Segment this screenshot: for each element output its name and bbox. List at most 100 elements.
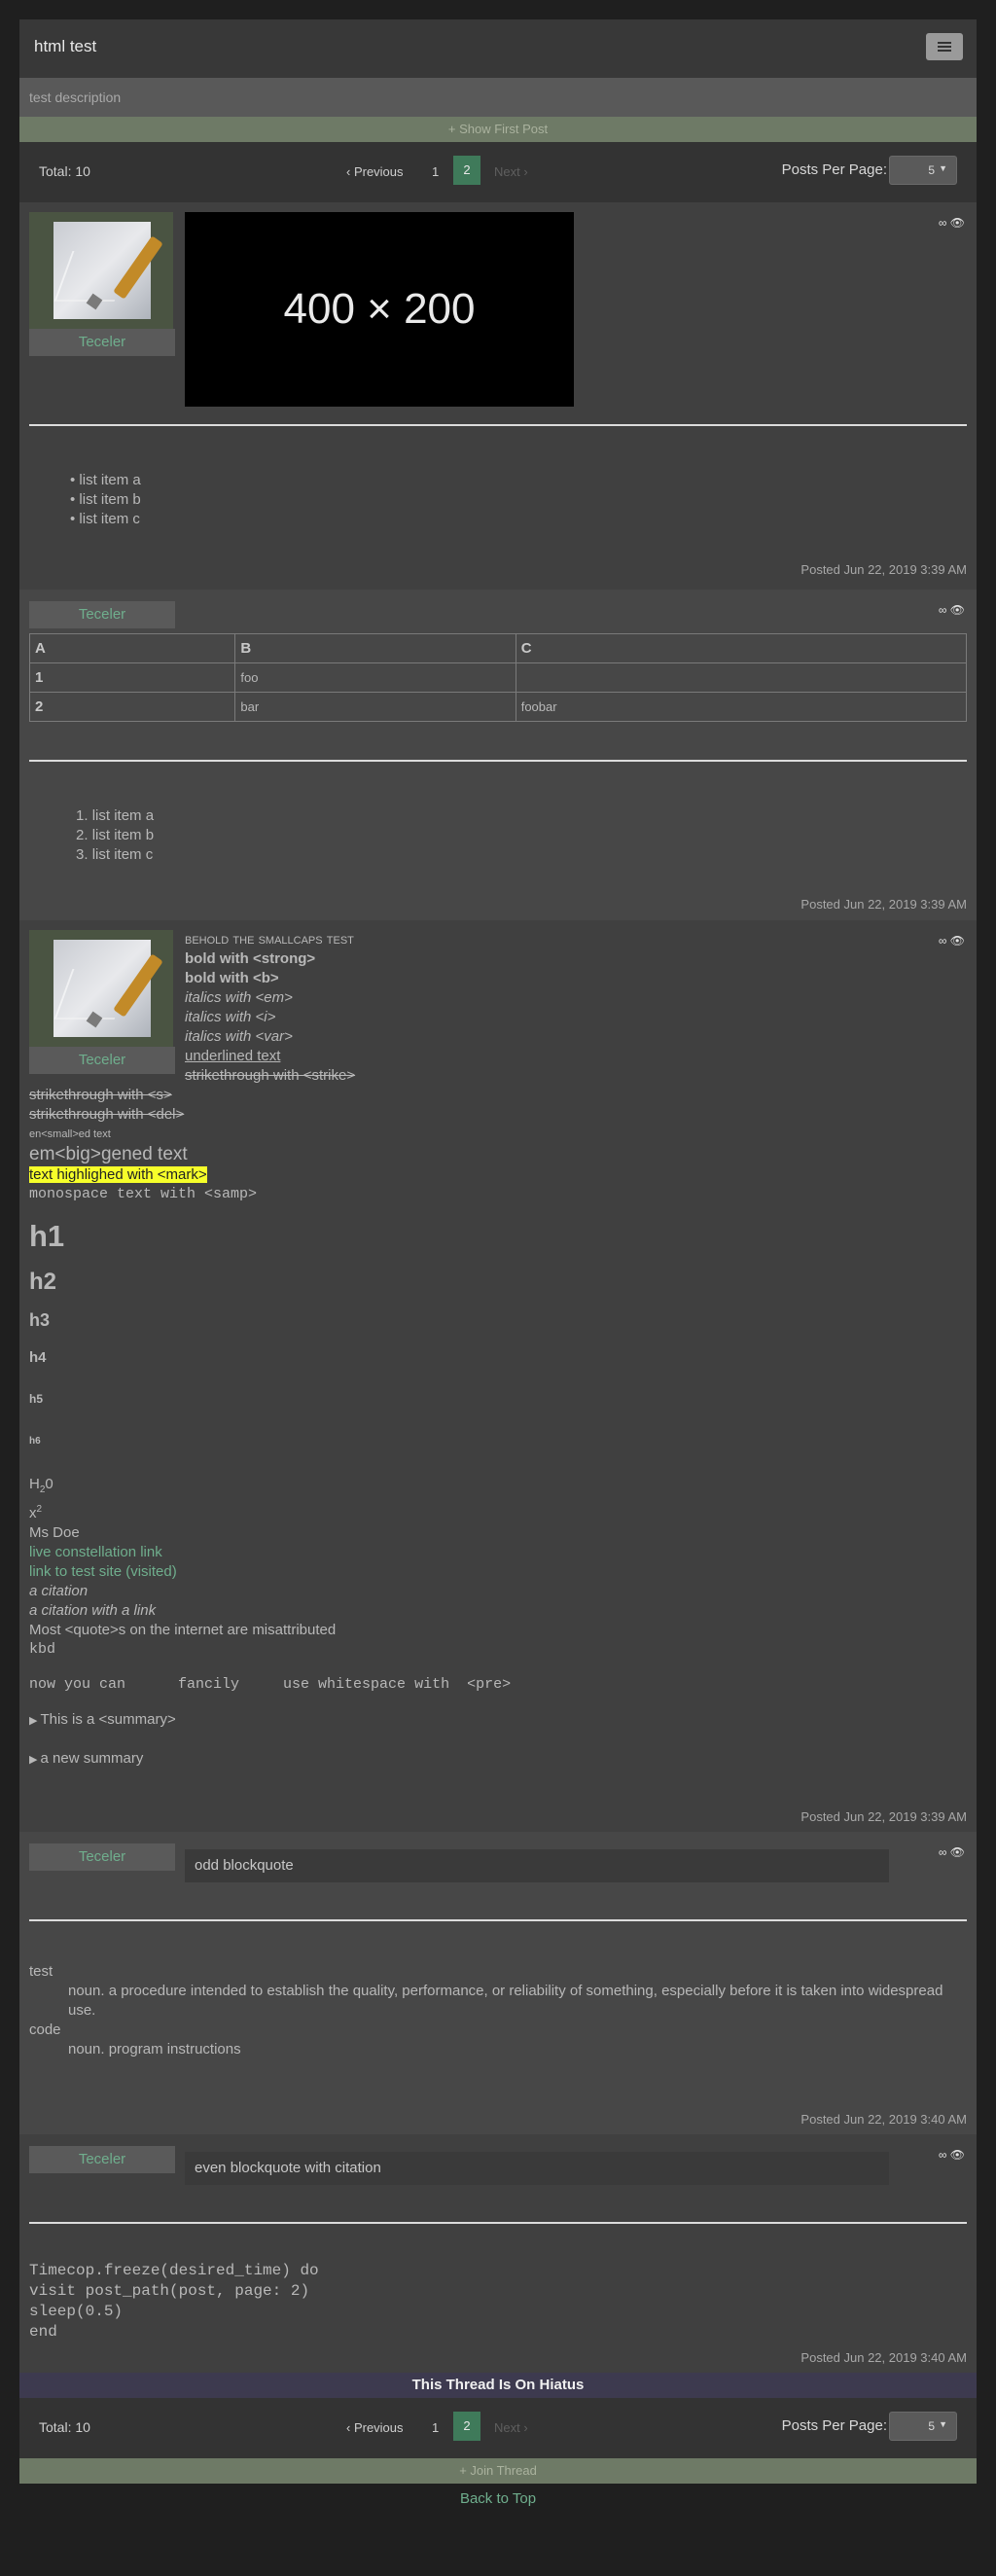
total-count: Total: 10	[39, 2419, 90, 2435]
author-name[interactable]: Teceler	[29, 329, 175, 356]
previous-page-link[interactable]: ‹ Previous	[346, 2420, 404, 2435]
pager-bottom: Total: 10 ‹ Previous 1 2 Next › Posts Pe…	[19, 2398, 977, 2458]
current-page: 2	[453, 2412, 480, 2441]
divider	[29, 2222, 967, 2224]
permalink-icon[interactable]: ∞	[939, 934, 947, 948]
post-timestamp: Posted Jun 22, 2019 3:39 AM	[800, 1809, 967, 1824]
view-icon[interactable]: 👁	[950, 934, 965, 948]
author-name[interactable]: Teceler	[29, 2146, 175, 2173]
blockquote: even blockquote with citation	[185, 2152, 889, 2185]
list-item: 1. list item a	[76, 807, 155, 824]
strong-text: bold with <strong>	[185, 950, 316, 967]
avatar	[53, 222, 163, 319]
posts-per-page-select[interactable]: 5 ▼	[889, 156, 957, 185]
heading-6: h6	[29, 1436, 41, 1447]
board-header: html test	[19, 19, 977, 78]
del-text: strikethrough with <del>	[29, 1106, 185, 1123]
superscript-text: x2	[29, 1504, 43, 1521]
table-cell: 1	[28, 662, 236, 693]
ordered-list: 1. list item a 2. list item b 3. list it…	[76, 806, 154, 865]
permalink-icon[interactable]: ∞	[939, 2148, 947, 2162]
table-row: 2 bar foobar	[28, 692, 968, 722]
heading-4: h4	[29, 1349, 47, 1366]
table-cell: foo	[234, 662, 516, 693]
heading-2: h2	[29, 1269, 57, 1295]
permalink-icon[interactable]: ∞	[939, 1845, 947, 1859]
citation: a citation	[29, 1583, 89, 1599]
code-line: sleep(0.5)	[29, 2303, 124, 2320]
divider	[29, 424, 967, 426]
show-first-post-button[interactable]: + Show First Post	[19, 117, 977, 142]
page-1-link[interactable]: 1	[432, 2420, 439, 2435]
pager-top: Total: 10 ‹ Previous 1 2 Next › Posts Pe…	[19, 142, 977, 202]
image-caption: 400 × 200	[283, 285, 476, 333]
formatting-sample-continued: strikethrough with <s> strikethrough wit…	[29, 1086, 963, 1770]
dropdown-arrow-icon: ▼	[939, 2419, 947, 2429]
avatar-frame	[29, 212, 173, 329]
post: ∞ 👁 Teceler behold the smallcaps test bo…	[19, 920, 977, 1832]
post-icons: ∞ 👁	[939, 216, 965, 230]
formatting-sample: behold the smallcaps test bold with <str…	[185, 930, 355, 1086]
bullet-list: • list item a • list item b • list item …	[70, 471, 141, 529]
underlined-text: underlined text	[185, 1048, 281, 1064]
avatar	[53, 940, 163, 1037]
definition-list: test noun. a procedure intended to estab…	[29, 1962, 943, 2059]
list-item: • list item b	[70, 491, 141, 508]
author-name[interactable]: Teceler	[29, 601, 175, 628]
column-header: A	[28, 633, 236, 663]
view-icon[interactable]: 👁	[950, 2148, 965, 2162]
view-icon[interactable]: 👁	[950, 603, 965, 617]
permalink-icon[interactable]: ∞	[939, 216, 947, 230]
subscript-text: H20	[29, 1476, 53, 1495]
posts-per-page-select[interactable]: 5 ▼	[889, 2412, 957, 2441]
citation-link[interactable]: a citation with a link	[29, 1601, 963, 1621]
previous-page-link[interactable]: ‹ Previous	[346, 164, 404, 179]
post: ∞ 👁 even blockquote with citation Tecele…	[19, 2134, 977, 2373]
join-thread-button[interactable]: + Join Thread	[19, 2458, 977, 2484]
definition-term: code	[29, 2021, 61, 2038]
list-item: • list item a	[70, 472, 141, 488]
menu-button[interactable]	[926, 33, 963, 60]
table-header-row: A B C	[28, 633, 968, 663]
test-site-link[interactable]: link to test site (visited)	[29, 1562, 963, 1582]
code-block: Timecop.freeze(desired_time) do visit po…	[29, 2261, 319, 2343]
thread-description: test description	[19, 78, 977, 117]
view-icon[interactable]: 👁	[950, 1845, 965, 1859]
constellation-link[interactable]: live constellation link	[29, 1543, 963, 1562]
posts-per-page-label: Posts Per Page:	[781, 2417, 887, 2434]
table-cell: 2	[28, 692, 236, 722]
heading-1: h1	[29, 1219, 65, 1253]
heading-3: h3	[29, 1310, 51, 1330]
divider	[29, 1919, 967, 1921]
permalink-icon[interactable]: ∞	[939, 603, 947, 617]
post-timestamp: Posted Jun 22, 2019 3:39 AM	[800, 562, 967, 577]
list-item: • list item c	[70, 511, 140, 527]
table-cell: foobar	[515, 692, 968, 722]
summary-1[interactable]: ▶ This is a <summary>	[29, 1710, 963, 1731]
table-cell: bar	[234, 692, 516, 722]
post: ∞ 👁 Teceler odd blockquote test noun. a …	[19, 1832, 977, 2134]
column-header: C	[515, 633, 968, 663]
blockquote: odd blockquote	[185, 1849, 889, 1882]
summary-2[interactable]: ▶ a new summary	[29, 1749, 963, 1770]
placeholder-image: 400 × 200	[185, 212, 574, 407]
definition-description: noun. a procedure intended to establish …	[68, 1983, 943, 2019]
smallcaps-text: behold the smallcaps test	[185, 931, 354, 948]
disclosure-triangle-icon: ▶	[29, 1715, 41, 1727]
next-page-link: Next ›	[494, 164, 528, 179]
em-text: italics with <em>	[185, 989, 293, 1006]
abbr-text: Ms Doe	[29, 1524, 80, 1541]
back-to-top-link[interactable]: Back to Top	[0, 2490, 996, 2507]
quote-text: Most <quote>s on the internet are misatt…	[29, 1622, 337, 1638]
big-text: em<big>gened text	[29, 1144, 188, 1164]
page-title: html test	[34, 37, 97, 55]
posts-per-page-label: Posts Per Page:	[781, 161, 887, 178]
author-name[interactable]: Teceler	[29, 1047, 175, 1074]
view-icon[interactable]: 👁	[950, 216, 965, 230]
author-name[interactable]: Teceler	[29, 1843, 175, 1871]
post-icons: ∞ 👁	[939, 934, 965, 948]
page-1-link[interactable]: 1	[432, 164, 439, 179]
code-line: end	[29, 2323, 57, 2341]
heading-5: h5	[29, 1392, 44, 1406]
code-line: visit post_path(post, page: 2)	[29, 2282, 310, 2300]
